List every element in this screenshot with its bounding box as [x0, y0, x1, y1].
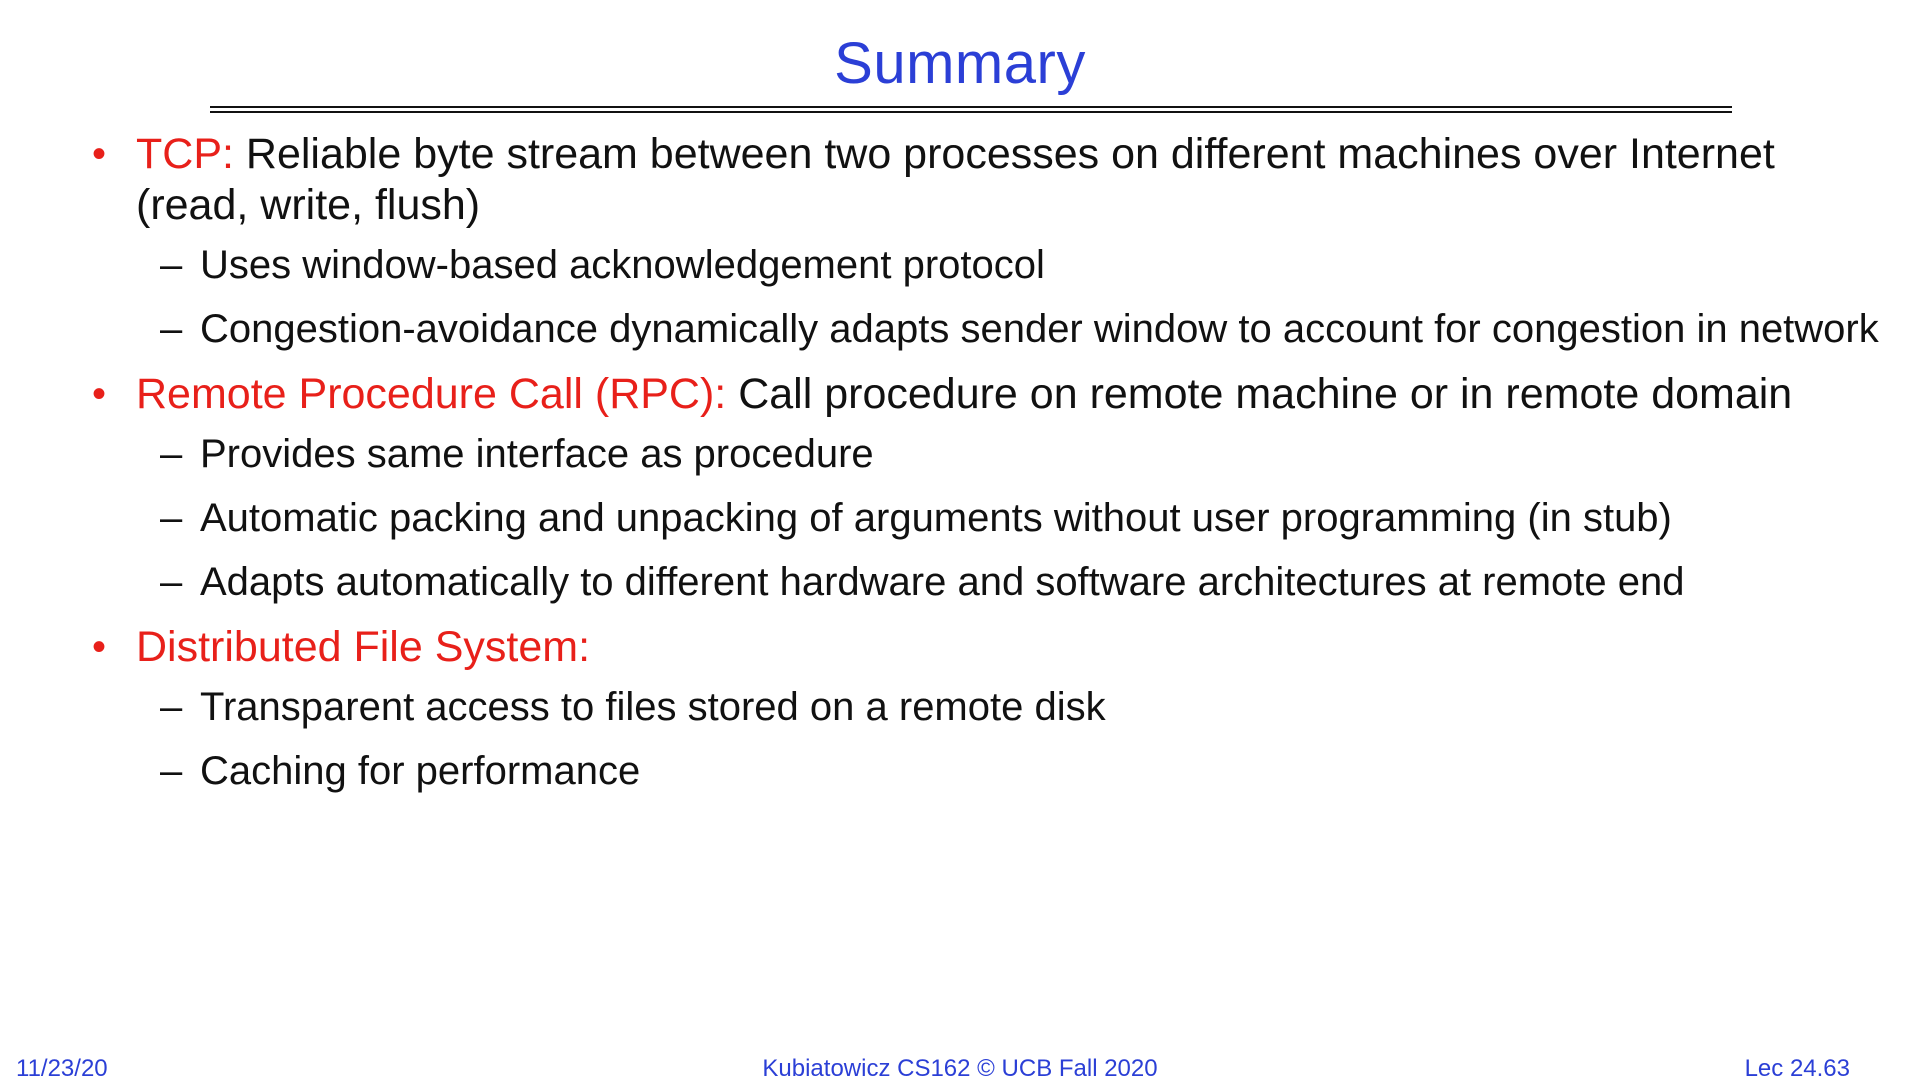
title-rule-bottom	[210, 111, 1732, 113]
sub-list: – Uses window-based acknowledgement prot…	[160, 241, 1892, 353]
dash-icon: –	[160, 496, 183, 540]
bullet-text: Call procedure on remote machine or in r…	[726, 370, 1793, 418]
bullet-lead: TCP:	[136, 130, 234, 178]
dash-icon: –	[160, 307, 183, 351]
sub-item-text: Adapts automatically to different hardwa…	[200, 560, 1685, 604]
sub-item-text: Congestion-avoidance dynamically adapts …	[200, 307, 1879, 351]
bullet-dot-icon: •	[92, 625, 107, 669]
dash-icon: –	[160, 685, 183, 729]
slide: Summary • TCP: Reliable byte stream betw…	[0, 0, 1920, 1082]
sub-item-text: Uses window-based acknowledgement protoc…	[200, 243, 1045, 287]
sub-item-text: Transparent access to files stored on a …	[200, 685, 1106, 729]
sub-item: – Adapts automatically to different hard…	[160, 558, 1892, 606]
bullet-item: • Remote Procedure Call (RPC): Call proc…	[92, 369, 1892, 420]
sub-item: – Provides same interface as procedure	[160, 430, 1892, 478]
sub-item: – Caching for performance	[160, 747, 1892, 795]
bullet-dot-icon: •	[92, 132, 107, 176]
sub-item: – Automatic packing and unpacking of arg…	[160, 494, 1892, 542]
bullet-list: • TCP: Reliable byte stream between two …	[92, 125, 1892, 811]
sub-item: – Congestion-avoidance dynamically adapt…	[160, 305, 1892, 353]
title-rule-top	[210, 106, 1732, 108]
dash-icon: –	[160, 432, 183, 476]
dash-icon: –	[160, 243, 183, 287]
sub-list: – Provides same interface as procedure –…	[160, 430, 1892, 606]
dash-icon: –	[160, 560, 183, 604]
sub-item: – Uses window-based acknowledgement prot…	[160, 241, 1892, 289]
sub-item: – Transparent access to files stored on …	[160, 683, 1892, 731]
sub-item-text: Caching for performance	[200, 749, 641, 793]
bullet-dot-icon: •	[92, 372, 107, 416]
slide-title: Summary	[834, 31, 1086, 96]
bullet-lead: Remote Procedure Call (RPC):	[136, 370, 727, 418]
bullet-text: Reliable byte stream between two process…	[136, 130, 1775, 229]
sub-item-text: Automatic packing and unpacking of argum…	[200, 496, 1672, 540]
bullet-lead: Distributed File System:	[136, 623, 591, 671]
sub-list: – Transparent access to files stored on …	[160, 683, 1892, 795]
bullet-item: • Distributed File System:	[92, 622, 1892, 673]
sub-item-text: Provides same interface as procedure	[200, 432, 874, 476]
bullet-item: • TCP: Reliable byte stream between two …	[92, 129, 1892, 231]
dash-icon: –	[160, 749, 183, 793]
